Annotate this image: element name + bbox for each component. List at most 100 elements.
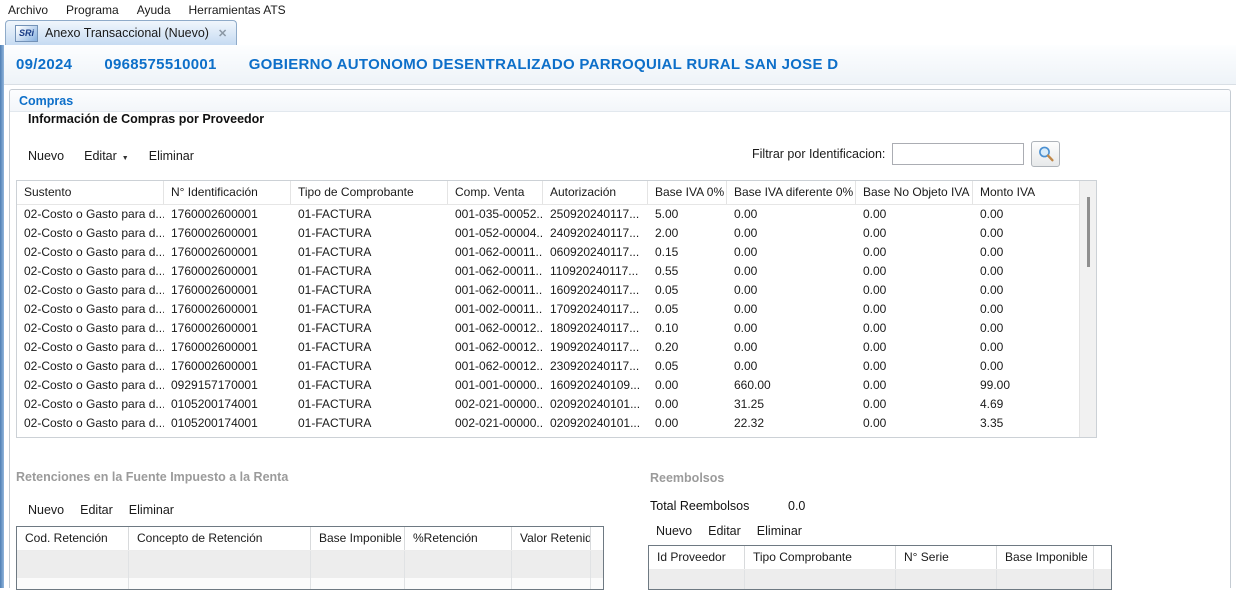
table-cell: 1760002600001 [164,243,291,262]
table-cell: 0.00 [973,338,1079,357]
col-concepto-retencion[interactable]: Concepto de Retención [129,527,311,550]
table-cell: 110920240117... [543,262,648,281]
table-row[interactable]: 02-Costo o Gasto para d...17600026000010… [17,319,1079,338]
table-cell: 01-FACTURA [291,376,448,395]
table-cell: 99.00 [973,376,1079,395]
table-row[interactable]: 02-Costo o Gasto para d...17600026000010… [17,205,1079,224]
col-monto-iva[interactable]: Monto IVA [973,181,1079,204]
table-cell: 0.55 [648,262,727,281]
table-cell: 02-Costo o Gasto para d... [17,395,164,414]
table-cell: 4.69 [973,395,1079,414]
tab-anexo-transaccional[interactable]: SRi Anexo Transaccional (Nuevo) ✕ [5,20,237,45]
table-row[interactable]: 02-Costo o Gasto para d...01052001740010… [17,395,1079,414]
col-base-no-objeto-iva[interactable]: Base No Objeto IVA [856,181,973,204]
table-cell: 0.00 [973,205,1079,224]
table-row[interactable]: 02-Costo o Gasto para d...17600026000010… [17,300,1079,319]
col-n-serie[interactable]: N° Serie [896,546,997,569]
menu-ayuda[interactable]: Ayuda [137,3,171,17]
table-row[interactable]: 02-Costo o Gasto para d...17600026000010… [17,262,1079,281]
table-cell: 0.15 [648,243,727,262]
col-cod-retencion[interactable]: Cod. Retención [17,527,129,550]
col-base-iva-0[interactable]: Base IVA 0% [648,181,727,204]
table-cell: 001-052-00004... [448,224,543,243]
reembolsos-table: Id Proveedor Tipo Comprobante N° Serie B… [648,545,1112,590]
table-cell: 0.00 [856,262,973,281]
compras-table-body: 02-Costo o Gasto para d...17600026000010… [17,205,1079,433]
table-row[interactable]: 02-Costo o Gasto para d...17600026000010… [17,357,1079,376]
table-cell: 020920240101... [543,414,648,433]
retenciones-eliminar-button[interactable]: Eliminar [129,503,174,517]
empty-row-stripe [17,578,603,590]
retenciones-table-header: Cod. Retención Concepto de Retención Bas… [17,527,603,551]
compras-toolbar: Nuevo Editar▼ Eliminar [28,149,194,163]
col-identificacion[interactable]: N° Identificación [164,181,291,204]
tab-close-icon[interactable]: ✕ [218,27,227,40]
table-cell: 02-Costo o Gasto para d... [17,224,164,243]
menu-programa[interactable]: Programa [66,3,119,17]
table-cell: 1760002600001 [164,319,291,338]
chevron-down-icon[interactable]: ▼ [122,155,129,162]
table-row[interactable]: 02-Costo o Gasto para d...01052001740010… [17,414,1079,433]
total-reembolsos-label: Total Reembolsos [650,499,749,513]
col-tipo-comprobante-reembolso[interactable]: Tipo Comprobante [745,546,896,569]
col-tipo-comprobante[interactable]: Tipo de Comprobante [291,181,448,204]
menu-herramientas-ats[interactable]: Herramientas ATS [189,3,286,17]
compras-nuevo-button[interactable]: Nuevo [28,149,64,163]
table-cell: 02-Costo o Gasto para d... [17,243,164,262]
menu-archivo[interactable]: Archivo [8,3,48,17]
table-row[interactable]: 02-Costo o Gasto para d...17600026000010… [17,338,1079,357]
table-row[interactable]: 02-Costo o Gasto para d...17600026000010… [17,281,1079,300]
table-cell: 001-062-00012... [448,357,543,376]
table-row[interactable]: 02-Costo o Gasto para d...17600026000010… [17,224,1079,243]
table-cell: 0.00 [856,300,973,319]
table-cell: 1760002600001 [164,357,291,376]
table-cell: 0.00 [648,395,727,414]
table-cell: 001-062-00011... [448,243,543,262]
table-cell: 250920240117... [543,205,648,224]
table-cell: 0.00 [727,224,856,243]
total-reembolsos-value: 0.0 [788,499,805,513]
taxpayer-header: 09/2024 0968575510001 GOBIERNO AUTONOMO … [4,45,1236,85]
retenciones-table: Cod. Retención Concepto de Retención Bas… [16,526,604,590]
table-cell: 1760002600001 [164,205,291,224]
scrollbar-thumb[interactable] [1087,197,1090,267]
table-cell: 01-FACTURA [291,205,448,224]
empty-row-stripe [17,551,603,578]
compras-editar-button[interactable]: Editar▼ [84,149,129,163]
col-base-iva-diferente-0[interactable]: Base IVA diferente 0% [727,181,856,204]
col-sustento[interactable]: Sustento [17,181,164,204]
compras-section-label[interactable]: Compras [10,90,1230,112]
compras-eliminar-button[interactable]: Eliminar [149,149,194,163]
table-cell: 0.00 [973,300,1079,319]
table-cell: 001-001-00000... [448,376,543,395]
empty-row-stripe [649,570,1111,589]
ruc-label: 0968575510001 [104,56,216,73]
table-cell: 0.00 [973,357,1079,376]
reembolsos-editar-button[interactable]: Editar [708,524,741,538]
col-valor-retenido[interactable]: Valor Retenido [512,527,591,550]
col-pct-retencion[interactable]: %Retención [405,527,512,550]
reembolsos-eliminar-button[interactable]: Eliminar [757,524,802,538]
col-base-imponible[interactable]: Base Imponible [311,527,405,550]
reembolsos-nuevo-button[interactable]: Nuevo [656,524,692,538]
table-row[interactable]: 02-Costo o Gasto para d...09291571700010… [17,376,1079,395]
retenciones-editar-button[interactable]: Editar [80,503,113,517]
table-cell: 1760002600001 [164,300,291,319]
table-row[interactable]: 02-Costo o Gasto para d...1760002600001 0… [17,243,1079,262]
col-autorizacion[interactable]: Autorización [543,181,648,204]
table-cell: 0.00 [648,414,727,433]
col-base-imponible-reembolso[interactable]: Base Imponible [997,546,1094,569]
col-id-proveedor[interactable]: Id Proveedor [649,546,745,569]
retenciones-nuevo-button[interactable]: Nuevo [28,503,64,517]
col-extra [591,527,603,550]
tab-bar: SRi Anexo Transaccional (Nuevo) ✕ [0,19,1236,47]
table-cell: 002-021-00000... [448,414,543,433]
table-cell: 190920240117... [543,338,648,357]
search-button[interactable] [1031,141,1060,167]
table-cell: 0.00 [973,262,1079,281]
vertical-scrollbar[interactable] [1079,181,1096,437]
table-cell: 02-Costo o Gasto para d... [17,414,164,433]
table-cell: 0.00 [856,414,973,433]
col-comp-venta[interactable]: Comp. Venta [448,181,543,204]
filter-input[interactable] [892,143,1024,165]
